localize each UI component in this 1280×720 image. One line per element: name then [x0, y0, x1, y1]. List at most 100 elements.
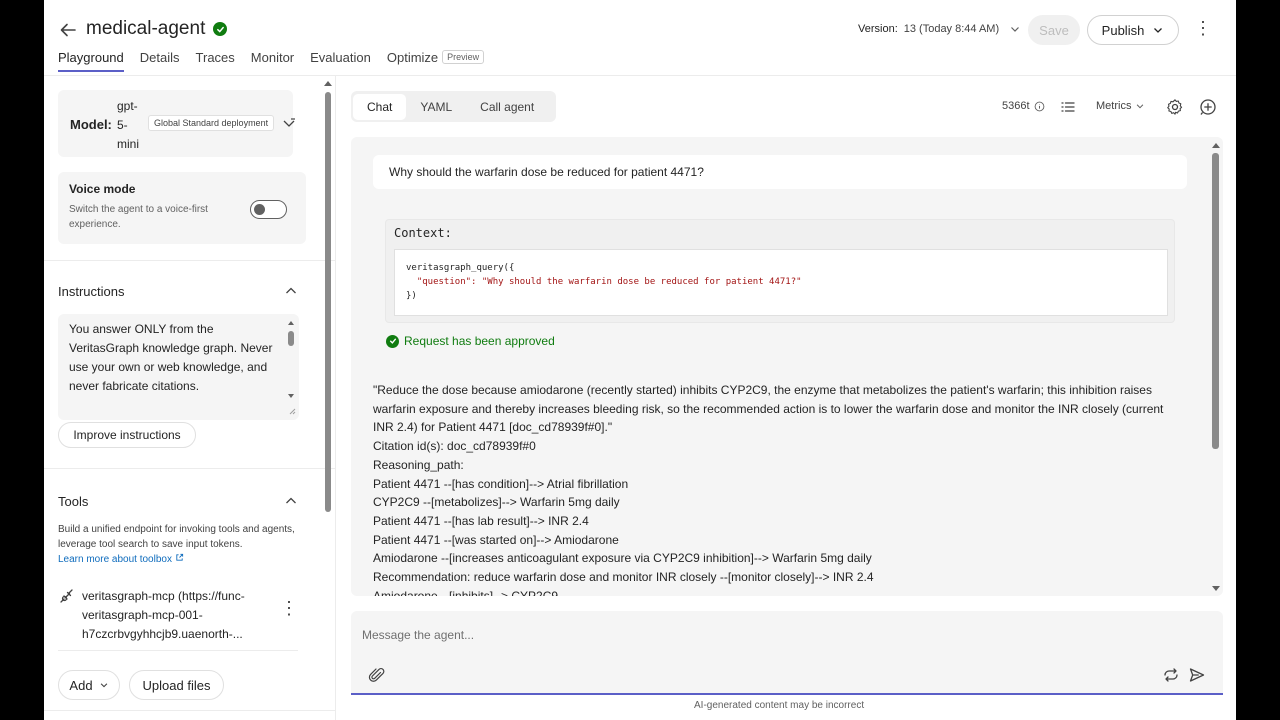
divider — [58, 650, 298, 651]
response-line: Reasoning_path: — [373, 457, 464, 472]
chevron-down-icon — [1137, 104, 1144, 109]
plug-icon — [60, 589, 73, 603]
code-line: }) — [406, 291, 417, 301]
model-value-line: gpt- — [117, 99, 138, 113]
tab-chat[interactable]: Chat — [353, 93, 407, 120]
tools-description: Build a unified endpoint for invoking to… — [58, 522, 308, 567]
agent-title-row: medical-agent — [86, 18, 228, 40]
instructions-title: Instructions — [58, 284, 125, 299]
status-check-icon — [213, 22, 228, 36]
metrics-dropdown[interactable]: Metrics — [1096, 100, 1145, 112]
response-line: Citation id(s): doc_cd78939f#0 — [373, 439, 536, 454]
back-arrow-icon[interactable] — [58, 20, 78, 40]
model-value-line: mini — [117, 137, 140, 151]
tool-name: veritasgraph-mcp (https://func-veritasgr… — [82, 589, 245, 641]
chevron-up-icon[interactable] — [284, 284, 298, 298]
approval-text: Request has been approved — [404, 334, 555, 348]
scroll-up-icon[interactable] — [1211, 141, 1221, 149]
tab-call-agent[interactable]: Call agent — [466, 94, 548, 120]
tab-evaluation[interactable]: Evaluation — [310, 50, 371, 72]
divider — [44, 710, 335, 711]
divider — [44, 260, 335, 261]
more-options-icon[interactable]: ⋮ — [1194, 18, 1212, 42]
tool-more-icon[interactable]: ⋮ — [280, 598, 298, 619]
code-line: veritasgraph_query({ — [406, 263, 515, 273]
top-tabs: Playground Details Traces Monitor Evalua… — [58, 50, 485, 72]
token-count-value: 5366t — [1002, 100, 1030, 112]
context-block: Context: veritasgraph_query({ "question"… — [385, 219, 1175, 323]
deployment-badge: Global Standard deployment — [148, 115, 275, 131]
approval-status: Request has been approved — [386, 334, 555, 348]
model-label: Model: — [70, 117, 112, 132]
user-message: Why should the warfarin dose be reduced … — [373, 155, 1187, 189]
tool-call-code: veritasgraph_query({ "question": "Why sh… — [394, 249, 1168, 316]
response-line: Recommendation: reduce warfarin dose and… — [373, 570, 874, 585]
model-value: gpt- 5- mini — [117, 97, 147, 154]
refresh-icon[interactable] — [1162, 666, 1180, 684]
add-label: Add — [69, 677, 93, 693]
upload-files-button[interactable]: Upload files — [129, 670, 224, 700]
instructions-scrollbar[interactable] — [286, 318, 296, 416]
version-value: 13 (Today 8:44 AM) — [903, 23, 1000, 35]
token-count: 5366t — [1002, 100, 1045, 112]
model-card[interactable]: Model: gpt- 5- mini Global Standard depl… — [58, 90, 296, 157]
info-icon[interactable] — [1034, 101, 1045, 112]
divider — [44, 468, 335, 469]
tab-traces[interactable]: Traces — [196, 50, 235, 72]
tools-description-text: Build a unified endpoint for invoking to… — [58, 524, 295, 550]
chat-scrollbar[interactable] — [1212, 153, 1219, 449]
version-label: Version: — [858, 23, 898, 35]
response-paragraph: "Reduce the dose because amiodarone (rec… — [373, 383, 1164, 435]
external-link-icon — [176, 553, 183, 561]
tab-monitor[interactable]: Monitor — [251, 50, 294, 72]
send-icon[interactable] — [1188, 666, 1206, 684]
save-button[interactable]: Save — [1028, 15, 1080, 45]
response-line: Patient 4471 --[has condition]--> Atrial… — [373, 476, 629, 491]
message-composer[interactable]: Message the agent... — [351, 611, 1223, 695]
chat-view-tabs: Chat YAML Call agent — [351, 91, 556, 122]
tab-optimize-label: Optimize — [386, 50, 439, 65]
tools-title: Tools — [58, 494, 89, 509]
code-argument: "question": "Why should the warfarin dos… — [416, 277, 802, 287]
list-icon[interactable] — [1059, 98, 1077, 116]
improve-instructions-button[interactable]: Improve instructions — [58, 422, 196, 448]
message-input[interactable]: Message the agent... — [362, 628, 474, 642]
chevron-down-icon — [100, 683, 107, 688]
code-line: "question": "Why should the warfarin dos… — [406, 275, 1156, 289]
model-value-line: 5- — [117, 118, 128, 132]
response-line: Patient 4471 --[was started on]--> Amiod… — [373, 532, 619, 547]
metrics-label: Metrics — [1096, 100, 1132, 112]
app-window: medical-agent Playground Details Traces … — [44, 0, 1236, 720]
attach-paperclip-icon[interactable] — [368, 666, 386, 684]
settings-gear-icon[interactable] — [1166, 98, 1184, 116]
left-panel-scrollbar[interactable] — [325, 92, 331, 512]
voice-mode-toggle[interactable] — [250, 200, 287, 219]
tab-details[interactable]: Details — [140, 50, 180, 72]
tab-playground[interactable]: Playground — [58, 50, 124, 72]
response-line: CYP2C9 --[metabolizes]--> Warfarin 5mg d… — [373, 495, 620, 510]
chevron-down-icon — [1011, 27, 1020, 32]
ai-disclaimer: AI-generated content may be incorrect — [694, 700, 865, 711]
checkmark-circle-icon — [386, 334, 399, 348]
scroll-up-icon[interactable] — [323, 79, 333, 87]
instructions-textarea[interactable]: You answer ONLY from the VeritasGraph kn… — [58, 314, 299, 420]
version-selector[interactable]: Version: 13 (Today 8:44 AM) — [858, 23, 1021, 35]
panel-divider — [335, 76, 336, 720]
chevron-down-icon[interactable] — [282, 116, 296, 130]
preview-badge: Preview — [442, 50, 485, 64]
instructions-text: You answer ONLY from the VeritasGraph kn… — [69, 322, 273, 393]
response-line: Amiodarone --[inhibits]--> CYP2C9 — [373, 588, 559, 596]
new-chat-icon[interactable] — [1199, 98, 1217, 116]
add-button[interactable]: Add — [58, 670, 120, 700]
chat-transcript[interactable]: Why should the warfarin dose be reduced … — [351, 137, 1223, 596]
publish-label: Publish — [1101, 22, 1145, 38]
response-line: Amiodarone --[increases anticoagulant ex… — [373, 551, 872, 566]
chevron-up-icon[interactable] — [284, 494, 298, 508]
agent-response: "Reduce the dose because amiodarone (rec… — [373, 381, 1173, 596]
publish-button[interactable]: Publish — [1087, 15, 1179, 45]
learn-more-toolbox-link[interactable]: Learn more about toolbox — [58, 554, 172, 565]
agent-title: medical-agent — [86, 18, 206, 39]
tab-yaml[interactable]: YAML — [406, 94, 466, 120]
tab-optimize[interactable]: Optimize Preview — [386, 50, 485, 72]
scroll-down-icon[interactable] — [1211, 585, 1221, 593]
